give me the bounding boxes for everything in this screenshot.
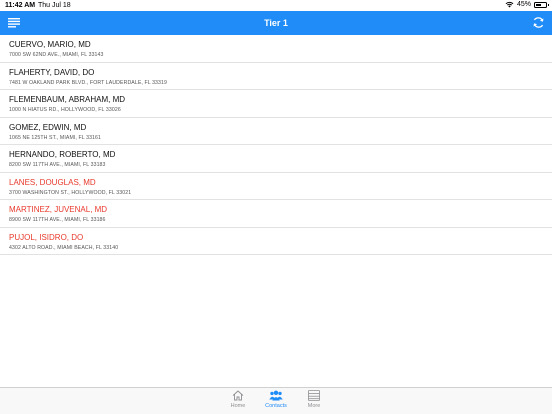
battery-icon (534, 1, 549, 8)
contact-row[interactable]: CUERVO, MARIO, MD 7000 SW 62ND AVE., MIA… (0, 35, 552, 63)
contact-row[interactable]: MARTINEZ, JUVENAL, MD 8900 SW 117TH AVE.… (0, 200, 552, 228)
contact-row[interactable]: GOMEZ, EDWIN, MD 1065 NE 125TH ST., MIAM… (0, 118, 552, 145)
page-title: Tier 1 (264, 18, 288, 28)
contact-name: FLAHERTY, DAVID, DO (9, 67, 95, 77)
contact-address: 1065 NE 125TH ST., MIAMI, FL 33161 (9, 134, 102, 141)
wifi-icon (505, 1, 514, 8)
contact-name: HERNANDO, ROBERTO, MD (9, 150, 116, 159)
contact-address: 4302 ALTO ROAD., MIAMI BEACH, FL 33140 (9, 244, 119, 251)
list-icon (308, 390, 320, 401)
contact-name: PUJOL, ISIDRO, DO (9, 232, 84, 242)
contact-row[interactable]: PUJOL, ISIDRO, DO 4302 ALTO ROAD., MIAMI… (0, 228, 552, 255)
tab-bar: Home Contacts More (0, 387, 552, 414)
contact-address: 3700 WASHINGTON ST., HOLLYWOOD, FL 33021 (9, 189, 132, 196)
contact-name: LANES, DOUGLAS, MD (9, 177, 96, 187)
contact-row[interactable]: HERNANDO, ROBERTO, MD 8200 SW 117TH AVE.… (0, 145, 552, 173)
status-right: 45% (505, 1, 549, 8)
contact-address: 8200 SW 117TH AVE., MIAMI, FL 33183 (9, 162, 106, 168)
tab-more-label: More (307, 403, 321, 409)
home-icon (232, 390, 244, 401)
contact-list: CUERVO, MARIO, MD 7000 SW 62ND AVE., MIA… (0, 35, 552, 255)
contact-name: CUERVO, MARIO, MD (9, 40, 91, 49)
contact-name: MARTINEZ, JUVENAL, MD (9, 205, 108, 214)
tab-more[interactable]: More (294, 390, 334, 409)
contact-row[interactable]: FLEMENBAUM, ABRAHAM, MD 1000 N HIATUS RD… (0, 90, 552, 118)
tab-home[interactable]: Home (218, 390, 258, 409)
tab-contacts[interactable]: Contacts (256, 390, 296, 409)
contact-address: 8900 SW 117TH AVE., MIAMI, FL 33186 (9, 217, 106, 223)
contact-address: 7000 SW 62ND AVE., MIAMI, FL 33143 (9, 52, 104, 58)
people-icon (269, 390, 283, 401)
battery-percent: 45% (516, 1, 531, 8)
status-bar: 11:42 AM Thu Jul 18 45% (0, 0, 552, 11)
contact-row[interactable]: LANES, DOUGLAS, MD 3700 WASHINGTON ST., … (0, 173, 552, 200)
contact-row[interactable]: FLAHERTY, DAVID, DO 7481 W OAKLAND PARK … (0, 63, 552, 90)
status-date: Thu Jul 18 (38, 2, 71, 9)
navigation-bar: Tier 1 (0, 11, 552, 35)
contact-name: GOMEZ, EDWIN, MD (9, 122, 87, 132)
tab-contacts-label: Contacts (265, 403, 287, 409)
contact-name: FLEMENBAUM, ABRAHAM, MD (9, 95, 126, 104)
refresh-icon[interactable] (532, 16, 545, 29)
status-time: 11:42 AM (5, 2, 36, 9)
contact-address: 7481 W OAKLAND PARK BLVD., FORT LAUDERDA… (9, 79, 168, 86)
contact-address: 1000 N HIATUS RD., HOLLYWOOD, FL 33026 (9, 107, 121, 113)
tab-home-label: Home (230, 403, 246, 409)
